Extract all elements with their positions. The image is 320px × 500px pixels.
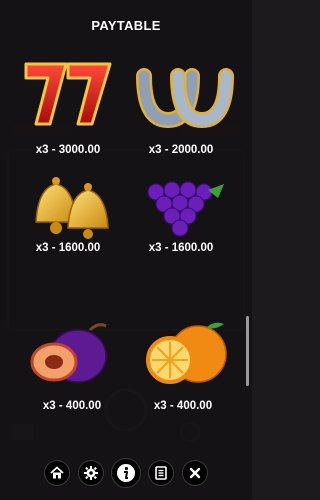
- history-button[interactable]: [148, 460, 174, 486]
- close-icon: [189, 467, 201, 479]
- horseshoe-icon: [134, 58, 234, 128]
- payout-seven: x3 - 3000.00: [35, 144, 101, 156]
- plum-icon: [20, 318, 120, 388]
- settings-button[interactable]: [78, 460, 104, 486]
- payout-grapes: x3 - 1600.00: [148, 242, 214, 254]
- settings-icon: [84, 466, 98, 480]
- home-button[interactable]: [44, 460, 70, 486]
- seven-icon: [18, 58, 118, 128]
- bottom-nav: [0, 450, 252, 500]
- payout-horseshoe: x3 - 2000.00: [148, 144, 214, 156]
- bells-icon: [22, 170, 122, 240]
- scrollbar-thumb[interactable]: [246, 316, 249, 386]
- payout-plum: x3 - 400.00: [42, 400, 102, 412]
- home-icon: [50, 466, 64, 479]
- history-icon: [155, 466, 167, 480]
- grapes-icon: [134, 170, 234, 240]
- info-icon: [117, 464, 135, 482]
- close-button[interactable]: [182, 460, 208, 486]
- page-title: PAYTABLE: [91, 18, 161, 33]
- orange-icon: [136, 318, 236, 388]
- payout-orange: x3 - 400.00: [153, 400, 213, 412]
- payout-bells: x3 - 1600.00: [35, 242, 101, 254]
- info-button[interactable]: [111, 458, 141, 488]
